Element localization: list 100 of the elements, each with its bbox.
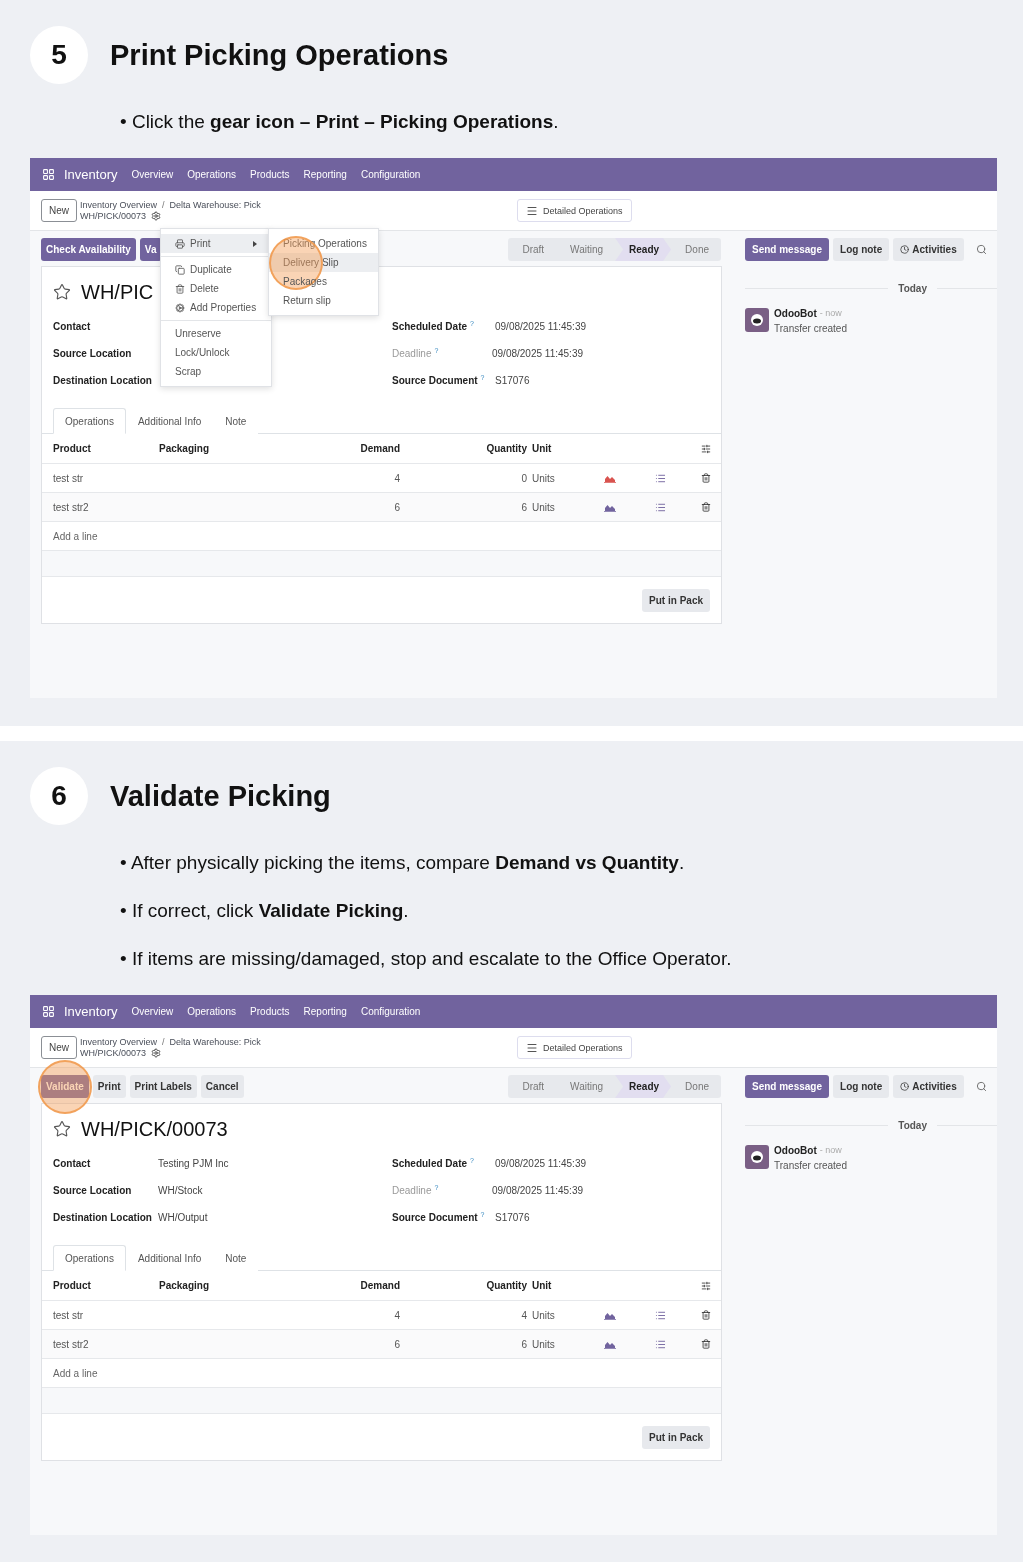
status-stage[interactable]: Waiting <box>556 1075 616 1098</box>
app-name[interactable]: Inventory <box>64 1004 118 1019</box>
star-icon[interactable] <box>53 283 71 301</box>
status-stage[interactable]: Draft <box>508 238 557 261</box>
table-cell-text: 0 <box>520 472 527 484</box>
date-separator: Today <box>898 1120 927 1131</box>
menu-item[interactable]: Scrap <box>161 362 271 381</box>
breadcrumb-link[interactable]: Inventory Overview <box>80 200 158 210</box>
status-stage[interactable]: Waiting <box>556 238 616 261</box>
breadcrumb-link[interactable]: Inventory Overview <box>80 1037 158 1047</box>
nav-menu-item[interactable]: Reporting <box>303 1006 347 1017</box>
print-icon <box>175 238 185 249</box>
list-icon[interactable] <box>654 1338 666 1350</box>
field-value: S17076 <box>495 1212 530 1223</box>
nav-menu-item[interactable]: Overview <box>131 1006 174 1017</box>
step-title: Print Picking Operations <box>110 38 449 72</box>
area-chart-icon[interactable] <box>604 502 616 512</box>
chatter-button[interactable]: Send message <box>745 1075 830 1098</box>
nav-menu-item[interactable]: Configuration <box>360 1006 421 1017</box>
detailed-operations-button[interactable]: Detailed Operations <box>517 199 632 222</box>
action-button[interactable]: Print Labels <box>129 1075 197 1098</box>
status-stage[interactable]: Draft <box>508 1075 557 1098</box>
message-text: Transfer created <box>774 323 847 334</box>
instruction-text: • If correct, click Validate Picking. <box>120 899 410 923</box>
nav-menu-item[interactable]: Operations <box>187 1006 237 1017</box>
field-value: 09/08/2025 11:45:39 <box>495 321 586 332</box>
menu-item[interactable]: Unreserve <box>161 324 271 343</box>
trash-icon[interactable] <box>700 473 711 483</box>
field-label: Source Location <box>53 1185 133 1196</box>
chatter-button[interactable]: Log note <box>833 1075 890 1098</box>
sliders-icon[interactable] <box>700 443 711 454</box>
menu-icon <box>526 204 538 217</box>
tab[interactable]: Operations <box>53 1245 126 1271</box>
clock-icon <box>900 1082 910 1091</box>
nav-menu-item[interactable]: Products <box>250 1006 290 1017</box>
star-icon[interactable] <box>53 1120 71 1138</box>
table-cell-text: test str2 <box>53 501 90 513</box>
status-stage[interactable]: Done <box>671 1075 721 1098</box>
menu-item[interactable]: Delete <box>161 279 271 298</box>
apps-grid-icon[interactable] <box>42 168 55 181</box>
list-icon[interactable] <box>654 1309 666 1321</box>
breadcrumb-link[interactable]: Delta Warehouse: Pick <box>169 1037 261 1047</box>
put-in-pack-button[interactable]: Put in Pack <box>642 588 710 612</box>
nav-menu-item[interactable]: Overview <box>131 169 174 180</box>
column-header: Quantity <box>485 1280 527 1291</box>
field-value: Testing PJM Inc <box>158 1158 229 1169</box>
action-button[interactable]: Check Availability <box>41 238 136 261</box>
chatter-button[interactable]: Activities <box>893 1075 964 1098</box>
field-value: 09/08/2025 11:45:39 <box>495 1158 586 1169</box>
area-chart-icon[interactable] <box>604 473 616 483</box>
nav-menu-item[interactable]: Configuration <box>360 169 421 180</box>
trash-icon[interactable] <box>700 502 711 512</box>
status-stage[interactable]: Done <box>671 238 721 261</box>
date-separator: Today <box>898 283 927 294</box>
breadcrumb-link[interactable]: Delta Warehouse: Pick <box>169 200 261 210</box>
search-button[interactable] <box>976 244 987 255</box>
list-icon[interactable] <box>654 501 666 513</box>
apps-grid-icon[interactable] <box>42 1005 55 1018</box>
action-button[interactable]: Print <box>92 1075 126 1098</box>
list-icon[interactable] <box>654 472 666 484</box>
trash-icon[interactable] <box>700 1310 711 1320</box>
status-stage[interactable]: Ready <box>615 238 672 261</box>
column-header: Demand <box>359 1280 400 1291</box>
area-chart-icon[interactable] <box>604 1310 616 1320</box>
tab[interactable]: Operations <box>53 408 126 434</box>
app-name[interactable]: Inventory <box>64 167 118 182</box>
chatter-button[interactable]: Log note <box>833 238 890 261</box>
put-in-pack-button[interactable]: Put in Pack <box>642 1425 710 1449</box>
area-chart-icon[interactable] <box>604 1339 616 1349</box>
table-cell-text: Units <box>531 472 556 484</box>
detailed-operations-button[interactable]: Detailed Operations <box>517 1036 632 1059</box>
settings-icon[interactable] <box>151 211 162 221</box>
nav-menu-item[interactable]: Operations <box>187 169 237 180</box>
status-stage[interactable]: Ready <box>615 1075 672 1098</box>
new-button[interactable]: New <box>41 199 77 222</box>
add-line-link[interactable]: Add a line <box>53 1367 310 1379</box>
settings-icon[interactable] <box>151 1048 162 1058</box>
chatter-button[interactable]: Send message <box>745 238 830 261</box>
menu-item[interactable]: Add Properties <box>161 298 271 317</box>
menu-item[interactable]: Lock/Unlock <box>161 343 271 362</box>
message-text: Transfer created <box>774 1160 847 1171</box>
message-time: - now <box>819 1145 842 1156</box>
sliders-icon[interactable] <box>700 1280 711 1291</box>
chatter-button[interactable]: Activities <box>893 238 964 261</box>
field-label: Deadline $^{?}$ <box>392 347 440 360</box>
add-line-link[interactable]: Add a line <box>53 530 310 542</box>
nav-menu-item[interactable]: Reporting <box>303 169 347 180</box>
menu-item[interactable]: Packages <box>269 272 378 291</box>
search-button[interactable] <box>976 1081 987 1092</box>
record-reference: WH/PICK/00073 <box>80 211 147 221</box>
menu-icon <box>526 1041 538 1054</box>
new-button[interactable]: New <box>41 1036 77 1059</box>
nav-menu-item[interactable]: Products <box>250 169 290 180</box>
action-button[interactable]: Cancel <box>200 1075 244 1098</box>
field-value: 09/08/2025 11:45:39 <box>492 348 583 359</box>
menu-item[interactable]: Print <box>161 234 271 253</box>
trash-icon[interactable] <box>700 1339 711 1349</box>
menu-item[interactable]: Duplicate <box>161 260 271 279</box>
action-button[interactable]: Va <box>139 238 162 261</box>
menu-item[interactable]: Return slip <box>269 291 378 310</box>
